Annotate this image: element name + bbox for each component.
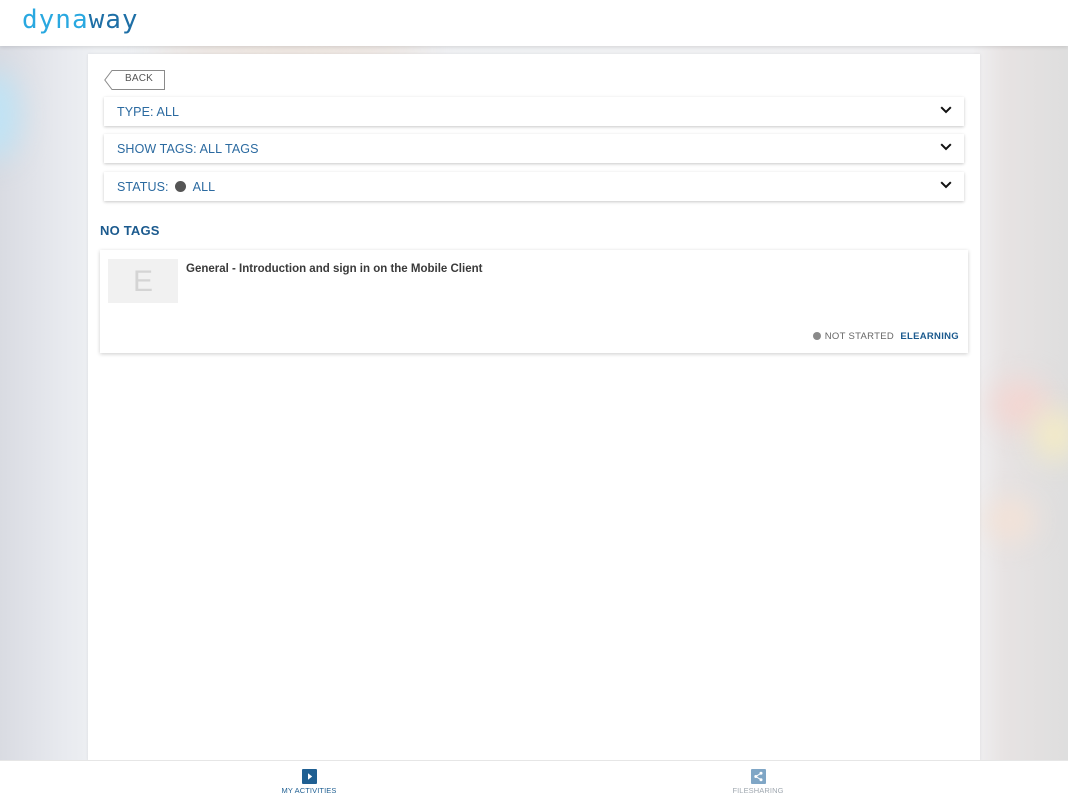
back-button-label: BACK [125, 73, 154, 84]
status-filter-prefix: STATUS: [117, 180, 169, 194]
share-icon [750, 769, 766, 784]
bottom-nav: MY ACTIVITIES FILESHARING [0, 760, 1068, 800]
status-filter-value: ALL [192, 180, 216, 194]
tags-filter-label: SHOW TAGS: ALL TAGS [117, 142, 259, 156]
chevron-down-icon [940, 106, 952, 114]
back-button[interactable]: BACK [104, 70, 165, 90]
tags-filter-dropdown[interactable]: SHOW TAGS: ALL TAGS [104, 134, 964, 163]
background-blob [985, 500, 1035, 540]
type-filter-dropdown[interactable]: TYPE: ALL [104, 97, 964, 126]
play-icon [301, 769, 317, 784]
activity-thumbnail: E [108, 259, 178, 303]
nav-filesharing-label: FILESHARING [732, 786, 784, 795]
status-dot-icon [174, 181, 186, 192]
status-filter-label: STATUS: ALL [117, 180, 215, 194]
activity-card[interactable]: E General - Introduction and sign in on … [100, 250, 968, 353]
activity-type: ELEARNING [900, 331, 959, 342]
activity-title: General - Introduction and sign in on th… [186, 263, 483, 275]
section-title: NO TAGS [100, 223, 160, 238]
background-blob [0, 70, 20, 160]
activity-status-label: NOT STARTED [824, 331, 894, 342]
status-filter-dropdown[interactable]: STATUS: ALL [104, 172, 964, 201]
type-filter-label: TYPE: ALL [117, 105, 180, 119]
activity-status: NOT STARTED [812, 331, 894, 342]
background-blob [1035, 410, 1068, 460]
nav-my-activities[interactable]: MY ACTIVITIES [249, 769, 369, 795]
status-dot-icon [812, 332, 821, 340]
activities-panel: BACK TYPE: ALL SHOW TAGS: ALL TAGS STATU… [88, 54, 980, 761]
logo-part-dyna: dyna [22, 5, 89, 35]
chevron-down-icon [940, 143, 952, 151]
app-header: dynaway [0, 0, 1068, 46]
logo-part-way: way [88, 5, 139, 35]
dynaway-logo: dynaway [22, 3, 139, 37]
chevron-down-icon [940, 181, 952, 189]
nav-my-activities-label: MY ACTIVITIES [281, 786, 337, 795]
nav-filesharing[interactable]: FILESHARING [698, 769, 818, 795]
